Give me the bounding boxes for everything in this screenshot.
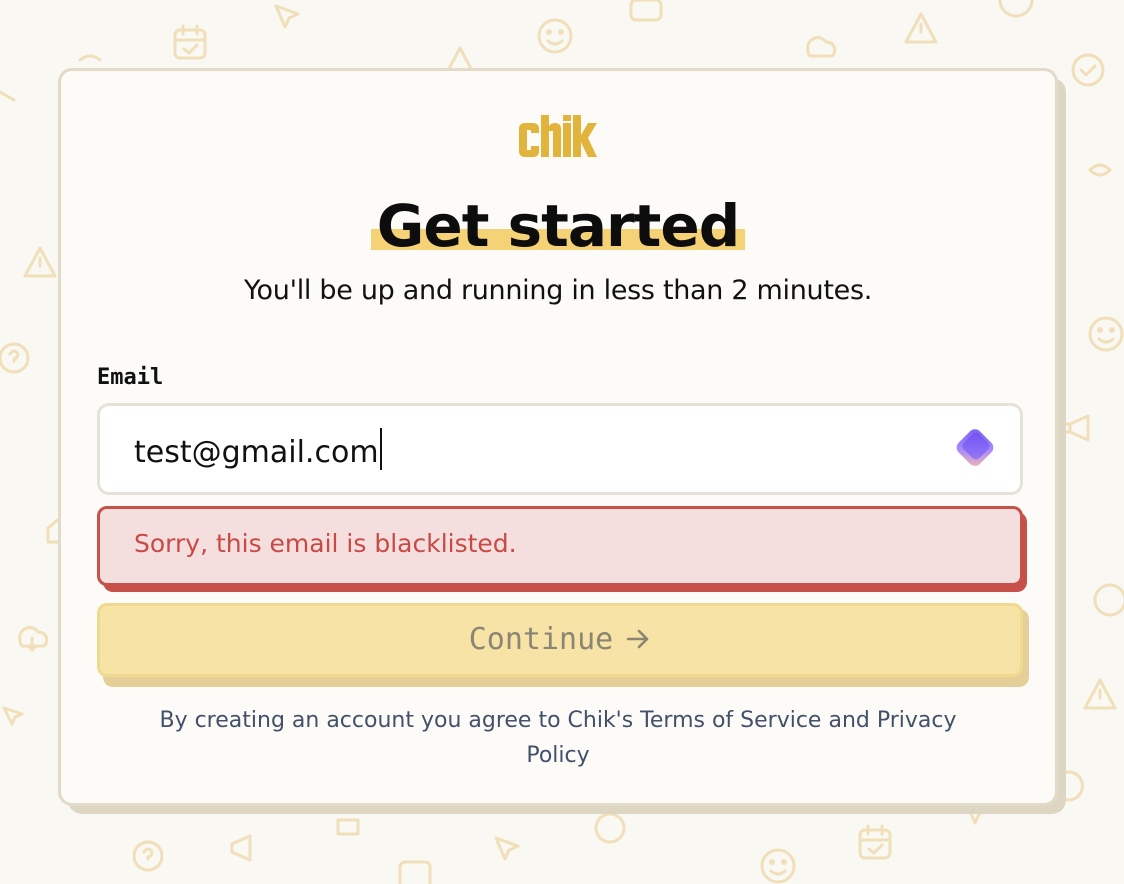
error-message: Sorry, this email is blacklisted. [134, 529, 517, 558]
smiley-icon [760, 848, 796, 884]
badge-check-icon [1071, 53, 1105, 87]
megaphone-icon [1062, 414, 1090, 442]
email-input[interactable]: test@gmail.com [97, 403, 1023, 495]
smiley-icon [1088, 316, 1124, 352]
email-input-value[interactable]: test@gmail.com [134, 428, 382, 473]
text-caret [379, 428, 382, 470]
title-wrap: Get started [61, 191, 1055, 261]
email-input-text: test@gmail.com [134, 435, 379, 470]
cloud-download-icon [18, 626, 49, 652]
email-label: Email [97, 365, 164, 390]
calendar-icon [629, 0, 663, 22]
arrow-right-icon [626, 629, 649, 649]
cloud-download-icon [806, 36, 837, 58]
triangle-warning-icon [1083, 678, 1117, 710]
calendar-icon [173, 24, 207, 60]
signup-card: Get started You'll be up and running in … [58, 68, 1058, 806]
continue-button[interactable]: Continue [97, 603, 1023, 677]
chik-logo-icon [519, 115, 597, 157]
page-subtitle: You'll be up and running in less than 2 … [243, 275, 873, 306]
question-bubble-icon [594, 812, 626, 844]
page-title: Get started [370, 191, 746, 261]
continue-button-label: Continue [468, 622, 614, 657]
smiley-icon [998, 0, 1034, 18]
smiley-icon [537, 18, 573, 54]
error-alert: Sorry, this email is blacklisted. [97, 506, 1023, 586]
cursor-arrow-icon [2, 706, 24, 726]
triangle-warning-icon [904, 12, 938, 44]
calendar-icon [858, 824, 892, 860]
diamond-gradient-icon[interactable] [948, 422, 1002, 476]
triangle-warning-icon [23, 246, 57, 278]
badge-check-icon [1093, 583, 1124, 617]
megaphone-icon [230, 834, 252, 862]
question-bubble-icon [0, 342, 30, 374]
brand-logo [61, 113, 1055, 165]
cursor-arrow-icon [494, 836, 520, 861]
cursor-arrow-icon [274, 4, 300, 29]
terms-notice: By creating an account you agree to Chik… [159, 708, 957, 768]
calendar-icon [398, 860, 432, 884]
question-bubble-icon [132, 840, 164, 872]
